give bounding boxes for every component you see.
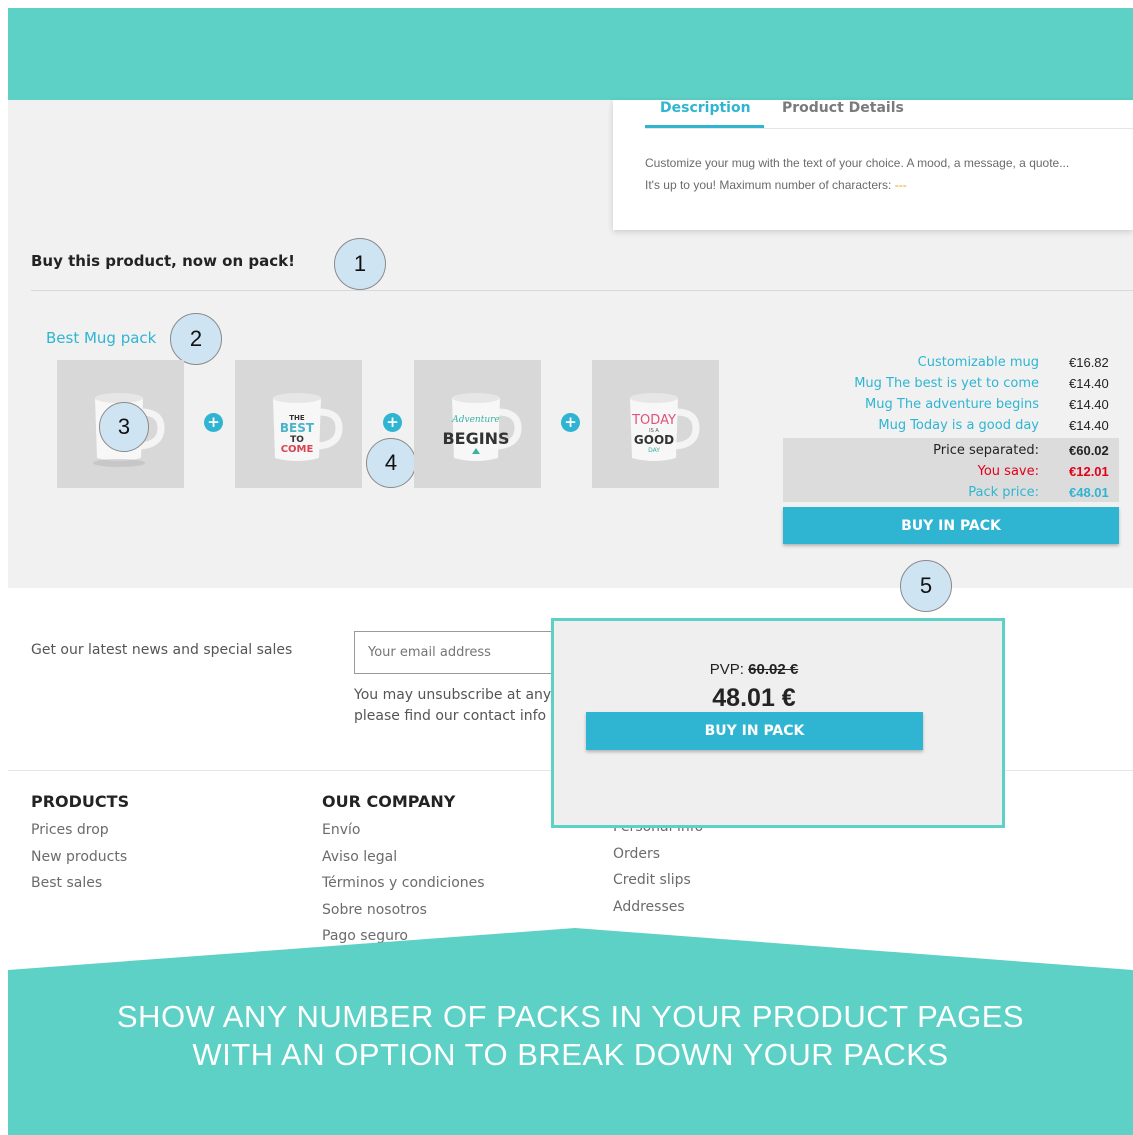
pack-item-name[interactable]: Customizable mug (783, 355, 1069, 370)
pack-item-name[interactable]: Mug The best is yet to come (783, 376, 1069, 391)
mug-image: TODAY IS A GOOD DAY (630, 393, 700, 461)
description-line-1: Customize your mug with the text of your… (645, 156, 1070, 170)
callout-1: 1 (334, 238, 386, 290)
svg-text:DAY: DAY (648, 447, 660, 454)
footer-link[interactable]: Credit slips (613, 872, 703, 899)
footer-link[interactable]: Aviso legal (322, 849, 485, 876)
footer-link[interactable]: Envío (322, 822, 485, 849)
newsletter-email-input[interactable] (354, 631, 569, 674)
pack-price-row: Pack price: €48.01 (783, 482, 1119, 503)
svg-text:TODAY: TODAY (631, 413, 676, 428)
pack-items-price-list: Customizable mug €16.82 Mug The best is … (783, 352, 1119, 436)
svg-text:GOOD: GOOD (634, 433, 674, 447)
callout-2: 2 (170, 313, 222, 365)
pack-price-summary: Price separated: €60.02 You save: €12.01… (783, 438, 1119, 502)
buy-in-pack-button[interactable]: BUY IN PACK (783, 507, 1119, 544)
footer-link[interactable]: Prices drop (31, 822, 129, 849)
popup-pack-price: 48.01 € (712, 684, 796, 712)
you-save-value: €12.01 (1069, 464, 1109, 479)
you-save-row: You save: €12.01 (783, 461, 1119, 482)
plus-icon: + (561, 413, 580, 432)
tab-divider (645, 128, 1133, 129)
footer-link[interactable]: Orders (613, 846, 703, 873)
plus-icon: + (204, 413, 223, 432)
you-save-label: You save: (977, 464, 1039, 479)
pack-price-label: Pack price: (968, 485, 1039, 500)
description-line-2: It's up to you! Maximum number of charac… (645, 178, 907, 192)
plus-icon: + (383, 413, 402, 432)
callout-4: 4 (366, 438, 416, 488)
price-separated-label: Price separated: (933, 443, 1039, 458)
mug-image: THE BEST TO COME (273, 393, 343, 461)
pvp-original-price: 60.02 € (748, 661, 799, 678)
pack-item-row: Mug Today is a good day €14.40 (783, 415, 1119, 436)
svg-text:BEST: BEST (280, 421, 315, 435)
pack-price-value: €48.01 (1069, 485, 1109, 500)
newsletter-text: Get our latest news and special sales (31, 642, 293, 658)
footer-link[interactable]: New products (31, 849, 129, 876)
pack-price-popup: PVP: 60.02 € 48.01 € BUY IN PACK (551, 618, 1005, 828)
footer-link[interactable]: Sobre nosotros (322, 902, 485, 929)
svg-text:COME: COME (281, 444, 314, 455)
footer-link[interactable]: Términos y condiciones (322, 875, 485, 902)
banner-line-1: SHOW ANY NUMBER OF PACKS IN YOUR PRODUCT… (116, 999, 1025, 1034)
top-banner (8, 8, 1133, 100)
pack-item-price: €14.40 (1069, 376, 1109, 391)
unsubscribe-line-1: You may unsubscribe at any moment. For t… (354, 687, 559, 703)
footer-link[interactable]: Addresses (613, 899, 703, 926)
pack-item-row: Mug The adventure begins €14.40 (783, 394, 1119, 415)
pack-item-price: €16.82 (1069, 355, 1109, 370)
tab-description[interactable]: Description (660, 100, 751, 116)
footer-column-account: Personal info Orders Credit slips Addres… (613, 819, 703, 925)
description-text: Customize your mug with the text of your… (645, 152, 1130, 196)
footer-heading: OUR COMPANY (322, 792, 456, 811)
pack-item-image-2[interactable]: THE BEST TO COME (235, 360, 362, 488)
banner-line-2: WITH AN OPTION TO BREAK DOWN YOUR PACKS (192, 1037, 949, 1072)
pvp-price: PVP: 60.02 € (709, 661, 799, 678)
pack-item-name[interactable]: Mug The adventure begins (783, 397, 1069, 412)
unsubscribe-notice: You may unsubscribe at any moment. For t… (354, 685, 559, 727)
footer-column-products: PRODUCTS Prices drop New products Best s… (31, 792, 129, 902)
section-divider (31, 290, 1133, 291)
price-separated-row: Price separated: €60.02 (783, 440, 1119, 461)
pack-item-row: Mug The best is yet to come €14.40 (783, 373, 1119, 394)
callout-5: 5 (900, 560, 952, 612)
unsubscribe-line-2: please find our contact info in the lega… (354, 708, 559, 724)
svg-text:Adventure: Adventure (451, 415, 500, 425)
pack-item-row: Customizable mug €16.82 (783, 352, 1119, 373)
pack-section-heading: Buy this product, now on pack! (31, 252, 295, 270)
price-separated-value: €60.02 (1069, 443, 1109, 458)
footer-link[interactable]: Best sales (31, 875, 129, 902)
pack-item-image-4[interactable]: TODAY IS A GOOD DAY (592, 360, 719, 488)
pack-item-price: €14.40 (1069, 397, 1109, 412)
svg-text:BEGINS: BEGINS (442, 429, 509, 448)
pack-name-link[interactable]: Best Mug pack (46, 329, 156, 347)
callout-3: 3 (99, 402, 149, 452)
pack-item-name[interactable]: Mug Today is a good day (783, 418, 1069, 433)
mug-image: Adventure BEGINS (442, 393, 522, 461)
tab-product-details[interactable]: Product Details (782, 100, 904, 116)
pack-item-image-3[interactable]: Adventure BEGINS (414, 360, 541, 488)
popup-buy-in-pack-button[interactable]: BUY IN PACK (586, 712, 923, 750)
pack-item-price: €14.40 (1069, 418, 1109, 433)
banner-text: SHOW ANY NUMBER OF PACKS IN YOUR PRODUCT… (8, 998, 1133, 1074)
footer-heading: PRODUCTS (31, 792, 130, 811)
